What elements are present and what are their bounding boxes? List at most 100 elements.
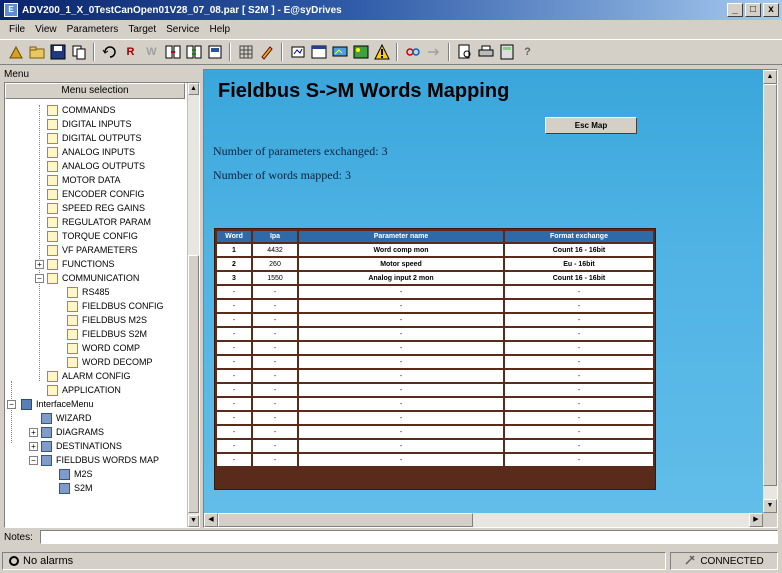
read-icon[interactable]: R [121, 43, 140, 62]
table-row[interactable]: ---- [217, 342, 653, 354]
table-row[interactable]: ---- [217, 370, 653, 382]
help-icon[interactable]: ? [518, 43, 537, 62]
table-row[interactable]: ---- [217, 398, 653, 410]
tree-item-torque-config[interactable]: TORQUE CONFIG [47, 229, 138, 243]
scroll-right-arrow-icon[interactable]: ▶ [749, 513, 763, 527]
zoom-icon[interactable] [288, 43, 307, 62]
tree-item-word-decomp[interactable]: WORD DECOMP [67, 355, 153, 369]
tree-item-diagrams[interactable]: DIAGRAMS [41, 425, 104, 439]
menu-tree-scrollbar[interactable]: ▲ ▼ [187, 83, 199, 527]
maximize-button[interactable]: □ [745, 3, 761, 17]
tree-item-s2m[interactable]: S2M [59, 481, 93, 495]
save-icon[interactable] [48, 43, 67, 62]
tools-icon[interactable] [6, 43, 25, 62]
table-row[interactable]: ---- [217, 412, 653, 424]
menu-target[interactable]: Target [123, 24, 161, 35]
tree-item-regulator-param[interactable]: REGULATOR PARAM [47, 215, 151, 229]
compare-icon[interactable] [163, 43, 182, 62]
esc-map-button[interactable]: Esc Map [545, 117, 637, 134]
scroll-up-arrow-icon[interactable]: ▲ [188, 83, 199, 95]
link-icon[interactable] [403, 43, 422, 62]
minimize-button[interactable]: _ [727, 3, 743, 17]
tree-item-destinations[interactable]: DESTINATIONS [41, 439, 122, 453]
grid-icon[interactable] [236, 43, 255, 62]
tree-item-analog-inputs[interactable]: ANALOG INPUTS [47, 145, 135, 159]
close-button[interactable]: x [763, 3, 779, 17]
tree-item-digital-outputs[interactable]: DIGITAL OUTPUTS [47, 131, 142, 145]
scrollbar-thumb[interactable] [218, 513, 473, 527]
table-row[interactable]: ---- [217, 286, 653, 298]
scroll-up-arrow-icon[interactable]: ▲ [763, 70, 777, 84]
warning-icon[interactable] [372, 43, 391, 62]
table-row[interactable]: 2 260 Motor speed Eu - 16bit [217, 258, 653, 270]
calc-icon[interactable] [497, 43, 516, 62]
scroll-down-arrow-icon[interactable]: ▼ [188, 515, 199, 527]
tree-item-fieldbus-config[interactable]: FIELDBUS CONFIG [67, 299, 164, 313]
tree-item-encoder-config[interactable]: ENCODER CONFIG [47, 187, 145, 201]
scrollbar-thumb[interactable] [188, 255, 199, 513]
tree-item-word-comp[interactable]: WORD COMP [67, 341, 140, 355]
tree-item-analog-outputs[interactable]: ANALOG OUTPUTS [47, 159, 145, 173]
notes-field[interactable] [40, 530, 778, 544]
tree-item-motor-data[interactable]: MOTOR DATA [47, 173, 121, 187]
tree-item-fieldbus-s2m[interactable]: FIELDBUS S2M [67, 327, 147, 341]
tree-item-interface-menu[interactable]: InterfaceMenu [21, 397, 94, 411]
tree-item-digital-inputs[interactable]: DIGITAL INPUTS [47, 117, 132, 131]
table-row[interactable]: ---- [217, 300, 653, 312]
tree-item-fieldbus-m2s[interactable]: FIELDBUS M2S [67, 313, 147, 327]
collapse-toggle[interactable]: − [35, 274, 44, 283]
expand-toggle[interactable]: + [29, 428, 38, 437]
copy-icon[interactable] [69, 43, 88, 62]
settings-icon[interactable] [205, 43, 224, 62]
menu-view[interactable]: View [30, 24, 62, 35]
print-icon[interactable] [476, 43, 495, 62]
collapse-toggle[interactable]: − [29, 456, 38, 465]
table-row[interactable]: ---- [217, 384, 653, 396]
monitor-icon[interactable] [330, 43, 349, 62]
menu-parameters[interactable]: Parameters [62, 24, 124, 35]
write-icon[interactable]: W [142, 43, 161, 62]
scrollbar-corner [763, 513, 777, 527]
content-vertical-scrollbar[interactable]: ▲ ▼ [763, 70, 777, 513]
tree-item-functions[interactable]: FUNCTIONS [47, 257, 115, 271]
scroll-left-arrow-icon[interactable]: ◀ [204, 513, 218, 527]
cell-format-exchange: - [505, 286, 653, 298]
table-row[interactable]: 3 1550 Analog input 2 mon Count 16 - 16bit [217, 272, 653, 284]
scroll-down-arrow-icon[interactable]: ▼ [763, 499, 777, 513]
window-icon[interactable] [309, 43, 328, 62]
table-row[interactable]: 1 4432 Word comp mon Count 16 - 16bit [217, 244, 653, 256]
tree-item-speed-reg-gains[interactable]: SPEED REG GAINS [47, 201, 145, 215]
tree-item-m2s[interactable]: M2S [59, 467, 93, 481]
tree-item-communication[interactable]: COMMUNICATION [47, 271, 139, 285]
table-row[interactable]: ---- [217, 440, 653, 452]
tree-item-fieldbus-words-map[interactable]: FIELDBUS WORDS MAP [41, 453, 159, 467]
tree-item-alarm-config[interactable]: ALARM CONFIG [47, 369, 131, 383]
alarm-status[interactable]: No alarms [2, 552, 666, 570]
collapse-toggle[interactable]: − [7, 400, 16, 409]
scrollbar-thumb[interactable] [763, 84, 777, 486]
menu-help[interactable]: Help [204, 24, 235, 35]
expand-toggle[interactable]: + [29, 442, 38, 451]
image-icon[interactable] [351, 43, 370, 62]
tree-item-commands[interactable]: COMMANDS [47, 103, 116, 117]
menu-selection-header[interactable]: Menu selection [5, 83, 185, 99]
table-row[interactable]: ---- [217, 314, 653, 326]
expand-toggle[interactable]: + [35, 260, 44, 269]
compare2-icon[interactable] [184, 43, 203, 62]
menu-service[interactable]: Service [161, 24, 204, 35]
refresh-icon[interactable] [100, 43, 119, 62]
table-row[interactable]: ---- [217, 426, 653, 438]
table-row[interactable]: ---- [217, 454, 653, 466]
preview-icon[interactable] [455, 43, 474, 62]
tree-item-vf-parameters[interactable]: VF PARAMETERS [47, 243, 137, 257]
menu-file[interactable]: File [4, 24, 30, 35]
content-horizontal-scrollbar[interactable]: ◀ ▶ [204, 513, 763, 527]
edit-icon[interactable] [257, 43, 276, 62]
sync-icon[interactable] [424, 43, 443, 62]
open-icon[interactable] [27, 43, 46, 62]
tree-item-rs485[interactable]: RS485 [67, 285, 110, 299]
table-row[interactable]: ---- [217, 328, 653, 340]
table-row[interactable]: ---- [217, 356, 653, 368]
tree-item-application[interactable]: APPLICATION [47, 383, 121, 397]
tree-item-wizard[interactable]: WIZARD [41, 411, 92, 425]
